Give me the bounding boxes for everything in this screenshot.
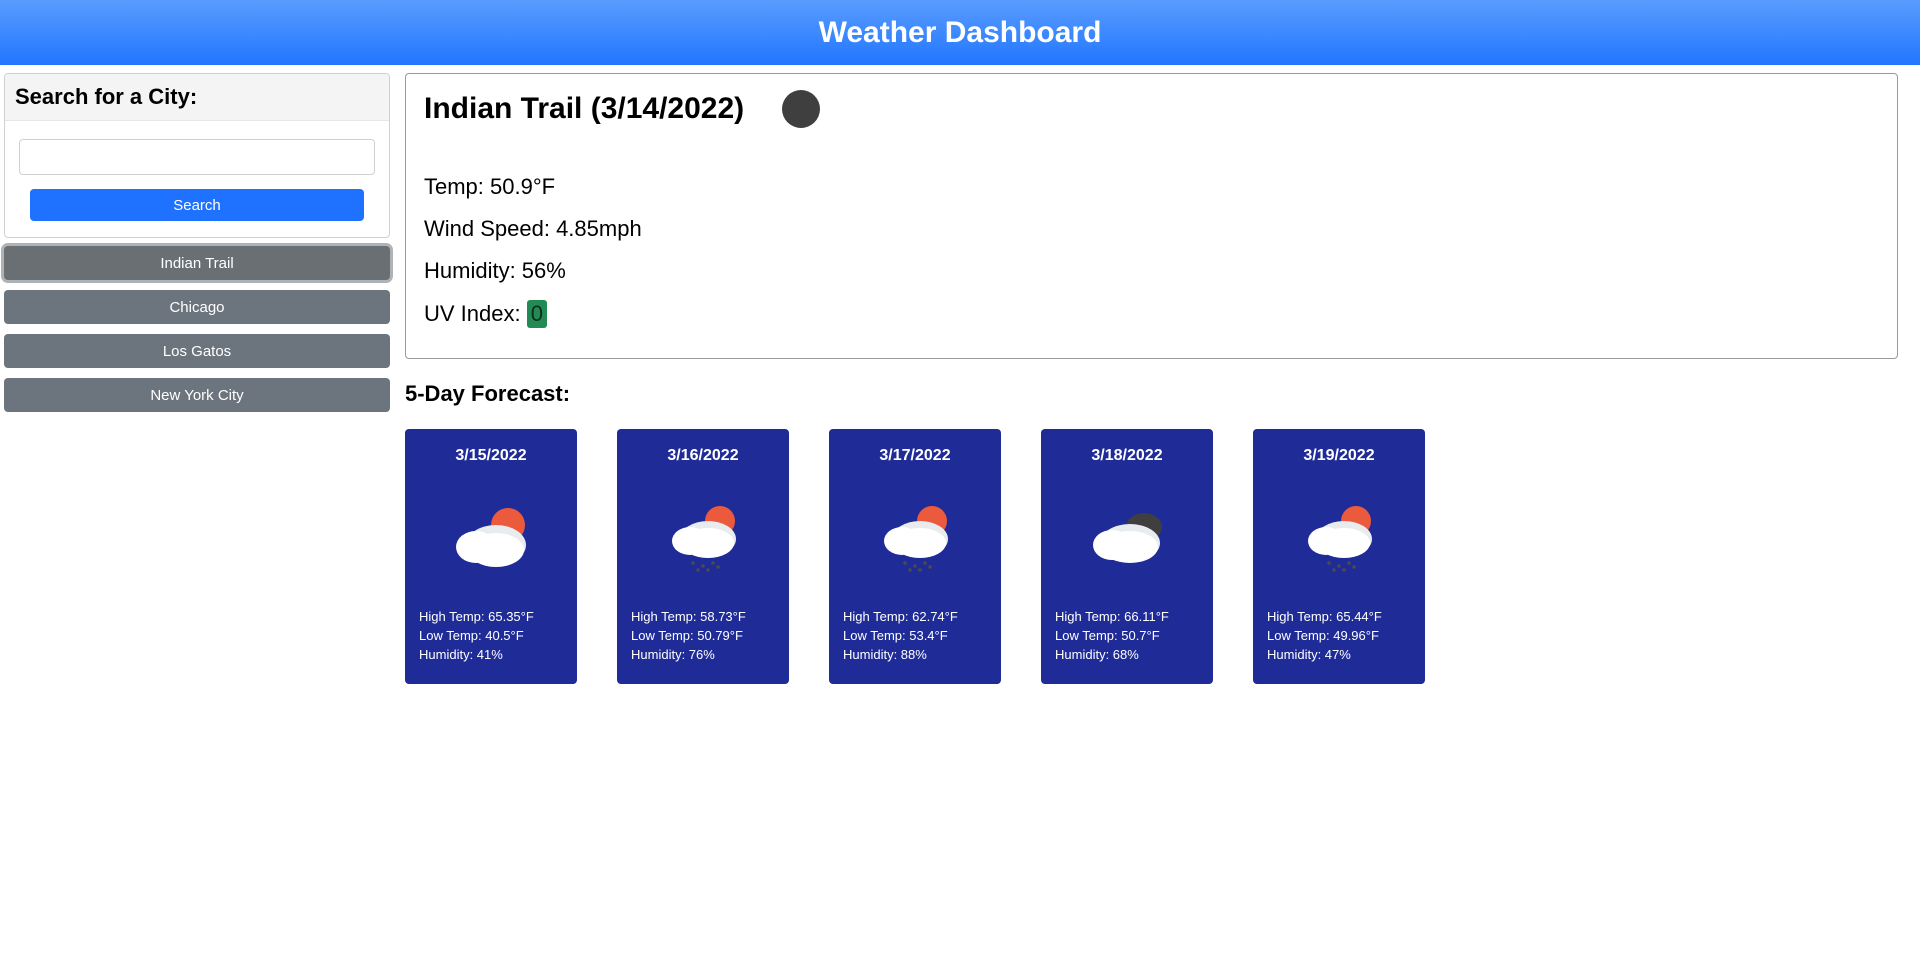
- history-item[interactable]: Chicago: [4, 290, 390, 324]
- forecast-card: 3/16/2022 High Temp: 58.73°F Low Temp: 50.…: [617, 429, 789, 684]
- forecast-low: Low Temp: 50.7°F: [1055, 628, 1199, 643]
- current-uv-row: UV Index: 0: [424, 300, 1879, 328]
- forecast-date: 3/18/2022: [1055, 447, 1199, 465]
- forecast-title: 5-Day Forecast:: [405, 381, 1898, 407]
- forecast-low: Low Temp: 40.5°F: [419, 628, 563, 643]
- cloud-sun-rain-icon: [1267, 495, 1411, 575]
- forecast-card: 3/18/2022 High Temp: 66.11°F Low Temp: 50.…: [1041, 429, 1213, 684]
- current-title-row: Indian Trail (3/14/2022): [424, 90, 1879, 128]
- cloud-sun-rain-icon: [631, 495, 775, 575]
- forecast-humidity: Humidity: 41%: [419, 647, 563, 662]
- forecast-stats: High Temp: 65.44°F Low Temp: 49.96°F Humid…: [1267, 609, 1411, 662]
- sidebar: Search for a City: Search Indian Trail Ch…: [0, 73, 390, 684]
- current-weather-icon: [782, 90, 820, 128]
- forecast-low: Low Temp: 53.4°F: [843, 628, 987, 643]
- forecast-humidity: Humidity: 47%: [1267, 647, 1411, 662]
- forecast-date: 3/16/2022: [631, 447, 775, 465]
- forecast-humidity: Humidity: 76%: [631, 647, 775, 662]
- forecast-stats: High Temp: 62.74°F Low Temp: 53.4°F Humidi…: [843, 609, 987, 662]
- forecast-humidity: Humidity: 68%: [1055, 647, 1199, 662]
- forecast-date: 3/19/2022: [1267, 447, 1411, 465]
- forecast-card: 3/15/2022 High Temp: 65.35°F Low Temp: 40.…: [405, 429, 577, 684]
- forecast-date: 3/15/2022: [419, 447, 563, 465]
- cloud-overcast-icon: [1055, 495, 1199, 575]
- current-temp: Temp: 50.9°F: [424, 174, 1879, 200]
- forecast-row: 3/15/2022 High Temp: 65.35°F Low Temp: 40.…: [405, 429, 1898, 684]
- current-humidity: Humidity: 56%: [424, 258, 1879, 284]
- search-panel: Search for a City: Search: [4, 73, 390, 238]
- forecast-card: 3/19/2022 High Temp: 65.44°F Low Temp: 49.…: [1253, 429, 1425, 684]
- forecast-high: High Temp: 65.44°F: [1267, 609, 1411, 624]
- cloud-sun-icon: [419, 495, 563, 575]
- cloud-sun-rain-icon: [843, 495, 987, 575]
- search-button[interactable]: Search: [30, 189, 365, 221]
- forecast-high: High Temp: 58.73°F: [631, 609, 775, 624]
- current-uv-label: UV Index:: [424, 301, 527, 326]
- uv-index-badge: 0: [527, 300, 547, 328]
- current-stats: Temp: 50.9°F Wind Speed: 4.85mph Humidit…: [424, 174, 1879, 328]
- forecast-stats: High Temp: 58.73°F Low Temp: 50.79°F Humid…: [631, 609, 775, 662]
- forecast-stats: High Temp: 66.11°F Low Temp: 50.7°F Humidi…: [1055, 609, 1199, 662]
- forecast-high: High Temp: 66.11°F: [1055, 609, 1199, 624]
- history-item[interactable]: Los Gatos: [4, 334, 390, 368]
- current-city-date: Indian Trail (3/14/2022): [424, 92, 744, 126]
- app-title: Weather Dashboard: [819, 16, 1102, 50]
- main-content: Indian Trail (3/14/2022) Temp: 50.9°F Wi…: [405, 73, 1920, 684]
- forecast-stats: High Temp: 65.35°F Low Temp: 40.5°F Humidi…: [419, 609, 563, 662]
- current-wind: Wind Speed: 4.85mph: [424, 216, 1879, 242]
- history-item[interactable]: New York City: [4, 378, 390, 412]
- search-history-list: Indian Trail Chicago Los Gatos New York Cit…: [4, 246, 390, 412]
- history-item[interactable]: Indian Trail: [4, 246, 390, 280]
- forecast-high: High Temp: 65.35°F: [419, 609, 563, 624]
- search-title: Search for a City:: [5, 74, 389, 121]
- forecast-date: 3/17/2022: [843, 447, 987, 465]
- forecast-humidity: Humidity: 88%: [843, 647, 987, 662]
- city-search-input[interactable]: [19, 139, 375, 175]
- forecast-high: High Temp: 62.74°F: [843, 609, 987, 624]
- forecast-low: Low Temp: 49.96°F: [1267, 628, 1411, 643]
- app-header: Weather Dashboard: [0, 0, 1920, 65]
- forecast-card: 3/17/2022 High Temp: 62.74°F Low Temp: 53.…: [829, 429, 1001, 684]
- current-weather-card: Indian Trail (3/14/2022) Temp: 50.9°F Wi…: [405, 73, 1898, 359]
- search-body: Search: [5, 121, 389, 221]
- main-container: Search for a City: Search Indian Trail Ch…: [0, 65, 1920, 684]
- forecast-low: Low Temp: 50.79°F: [631, 628, 775, 643]
